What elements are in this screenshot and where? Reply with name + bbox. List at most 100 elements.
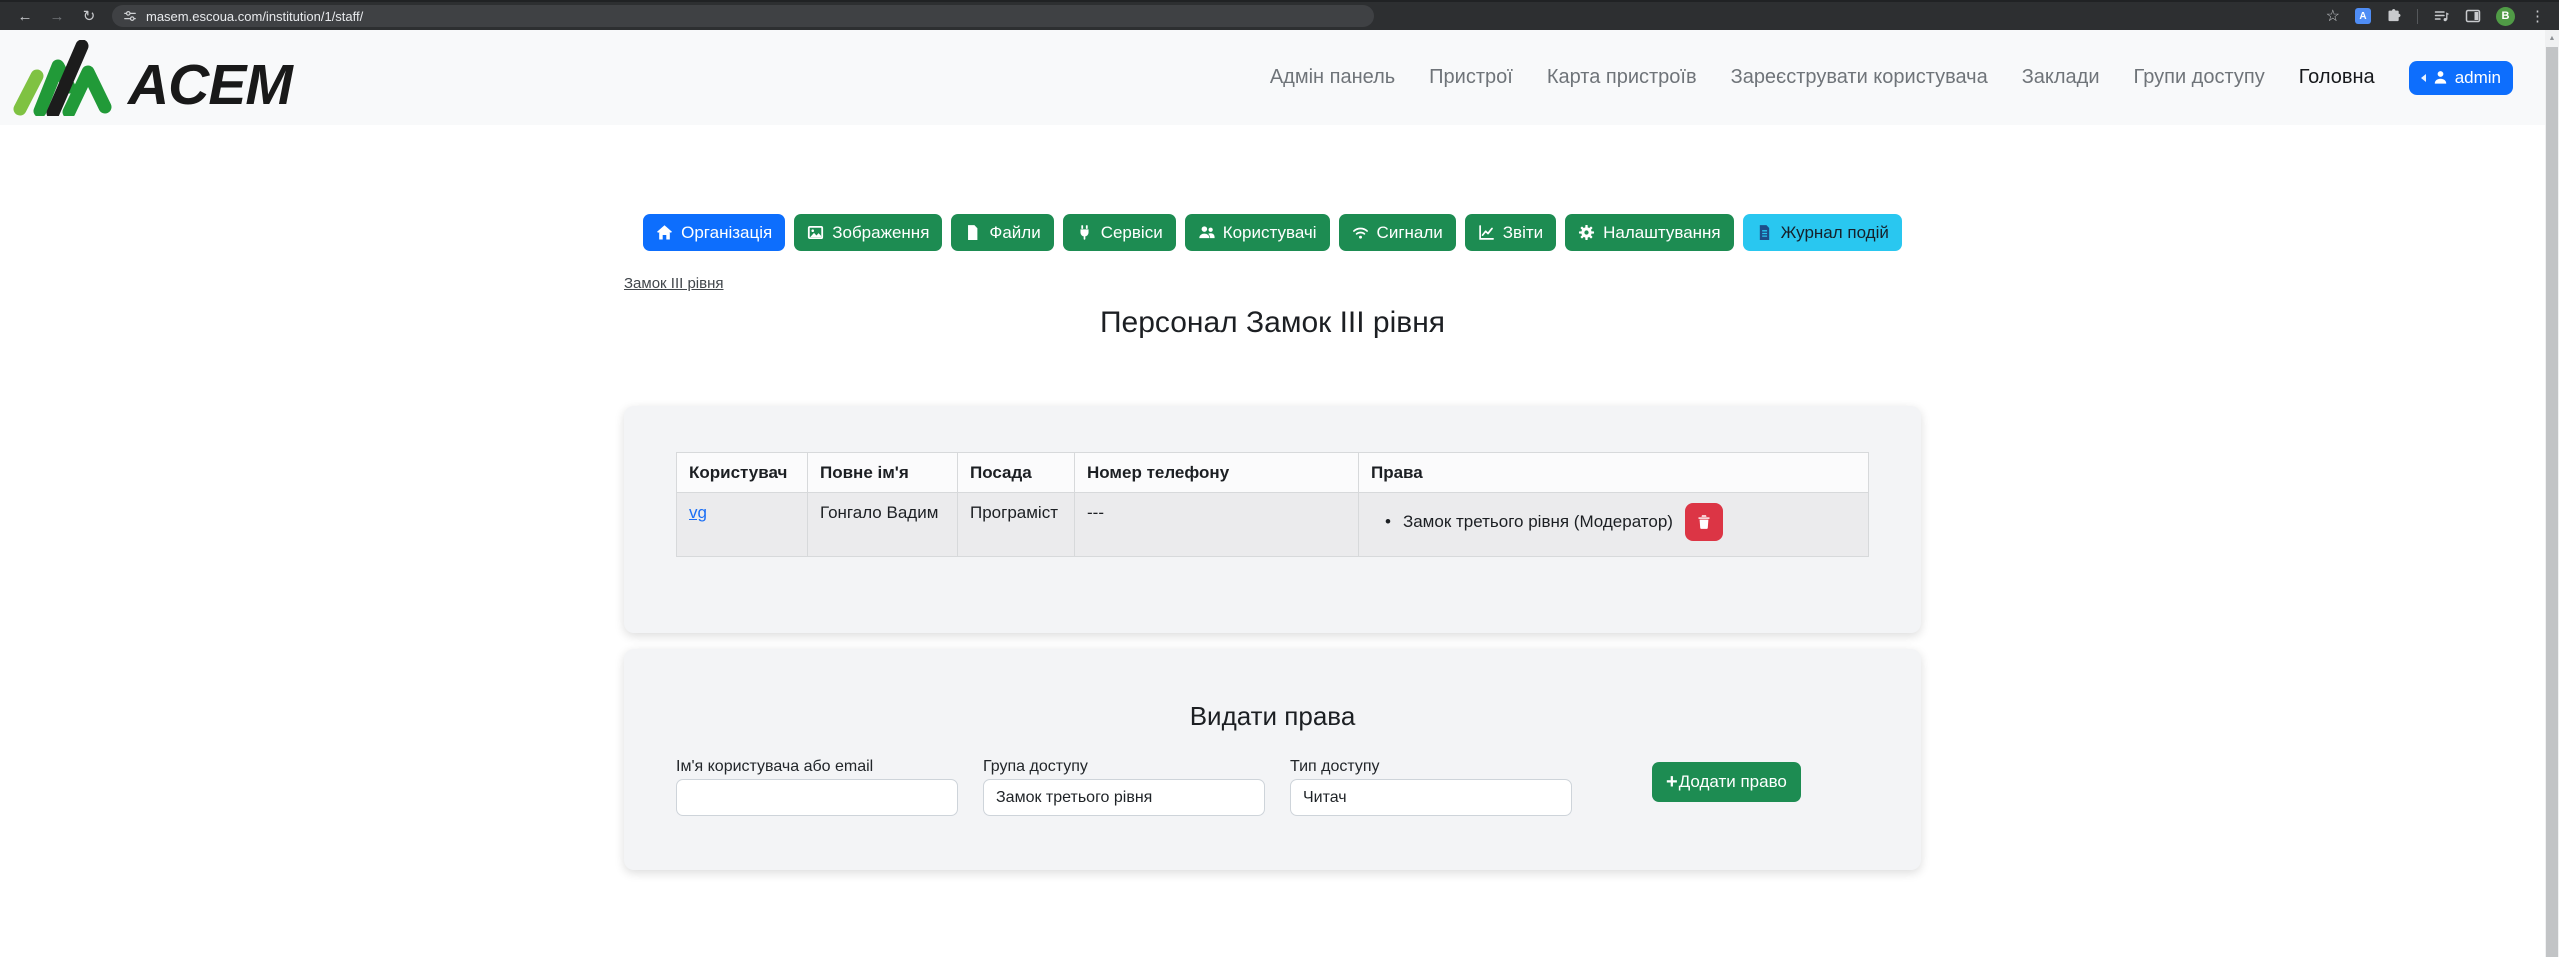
col-phone: Номер телефону xyxy=(1075,453,1359,493)
access-group-field-group: Група доступу xyxy=(983,758,1265,816)
username-field-group: Ім'я користувача або email xyxy=(676,758,958,816)
tab-organization[interactable]: Організація xyxy=(643,214,785,251)
caret-left-icon xyxy=(2421,74,2426,82)
access-type-field-group: Тип доступу xyxy=(1290,758,1572,816)
admin-label: admin xyxy=(2455,68,2501,88)
access-group-label: Група доступу xyxy=(983,758,1265,776)
scrollbar-up-arrow-icon[interactable]: ▲ xyxy=(2545,30,2559,46)
site-settings-icon xyxy=(123,9,137,23)
tab-label: Сервіси xyxy=(1101,223,1163,243)
main-nav: Адмін панель Пристрої Карта пристроїв За… xyxy=(1270,61,2513,95)
page-title: Персонал Замок III рівня xyxy=(624,306,1921,340)
add-right-button[interactable]: + Додати право xyxy=(1652,762,1801,802)
access-type-input[interactable] xyxy=(1290,779,1572,816)
plug-icon xyxy=(1076,224,1093,241)
toolbar-divider xyxy=(2417,9,2418,24)
nav-item-access-groups[interactable]: Групи доступу xyxy=(2134,66,2265,89)
admin-user-button[interactable]: admin xyxy=(2409,61,2513,95)
file-icon xyxy=(964,224,981,241)
institution-tabs: Організація Зображення Файли xyxy=(0,125,2545,251)
page-content: Організація Зображення Файли xyxy=(0,125,2545,870)
profile-avatar[interactable]: B xyxy=(2496,7,2515,26)
chart-line-icon xyxy=(1478,224,1495,241)
cell-rights: • Замок третього рівня (Модератор) xyxy=(1359,493,1869,557)
gear-icon xyxy=(1578,224,1595,241)
user-link[interactable]: vg xyxy=(689,503,707,522)
house-icon xyxy=(656,224,673,241)
tab-reports[interactable]: Звіти xyxy=(1465,214,1556,251)
forward-icon[interactable]: → xyxy=(42,4,72,28)
nav-item-register-user[interactable]: Зареєструвати користувача xyxy=(1731,66,1988,89)
page-scrollbar: ▲ xyxy=(2545,30,2559,957)
translate-extension-icon[interactable]: A xyxy=(2355,8,2371,24)
col-position: Посада xyxy=(958,453,1075,493)
tab-label: Користувачі xyxy=(1223,223,1317,243)
tab-label: Сигнали xyxy=(1377,223,1443,243)
add-right-label: Додати право xyxy=(1679,772,1787,792)
trash-icon xyxy=(1696,514,1712,530)
logo-text: ACEM xyxy=(128,54,292,116)
col-rights: Права xyxy=(1359,453,1869,493)
person-icon xyxy=(2432,69,2449,86)
extensions-puzzle-icon[interactable] xyxy=(2386,8,2402,24)
reload-icon[interactable]: ↻ xyxy=(74,4,104,28)
breadcrumb-link[interactable]: Замок III рівня xyxy=(624,275,724,292)
users-icon xyxy=(1198,224,1215,241)
right-label: Замок третього рівня (Модератор) xyxy=(1403,512,1673,532)
side-panel-icon[interactable] xyxy=(2465,8,2481,24)
tab-files[interactable]: Файли xyxy=(951,214,1053,251)
grant-form: Ім'я користувача або email Група доступу… xyxy=(676,758,1869,816)
tab-signals[interactable]: Сигнали xyxy=(1339,214,1456,251)
cell-full-name: Гонгало Вадим xyxy=(808,493,958,557)
url-text: masem.escoua.com/institution/1/staff/ xyxy=(146,9,363,24)
nav-item-home[interactable]: Головна xyxy=(2299,66,2375,89)
browser-menu-icon[interactable]: ⋮ xyxy=(2530,7,2545,25)
image-icon xyxy=(807,224,824,241)
cell-position: Програміст xyxy=(958,493,1075,557)
browser-toolbar: ← → ↻ masem.escoua.com/institution/1/sta… xyxy=(0,0,2559,30)
back-icon[interactable]: ← xyxy=(10,4,40,28)
username-input[interactable] xyxy=(676,779,958,816)
logo-mountain-mark xyxy=(10,40,122,116)
nav-item-device-map[interactable]: Карта пристроїв xyxy=(1547,66,1697,89)
nav-item-admin-panel[interactable]: Адмін панель xyxy=(1270,66,1395,89)
tab-users[interactable]: Користувачі xyxy=(1185,214,1330,251)
delete-right-button[interactable] xyxy=(1685,503,1723,541)
staff-table: Користувач Повне ім'я Посада Номер телеф… xyxy=(676,452,1869,557)
tab-label: Налаштування xyxy=(1603,223,1721,243)
grant-section-title: Видати права xyxy=(676,701,1869,732)
wifi-icon xyxy=(1352,224,1369,241)
bullet: • xyxy=(1385,512,1391,532)
tab-services[interactable]: Сервіси xyxy=(1063,214,1176,251)
tab-label: Файли xyxy=(989,223,1040,243)
tab-label: Організація xyxy=(681,223,772,243)
tab-settings[interactable]: Налаштування xyxy=(1565,214,1734,251)
access-type-label: Тип доступу xyxy=(1290,758,1572,776)
address-bar[interactable]: masem.escoua.com/institution/1/staff/ xyxy=(112,5,1374,27)
logo[interactable]: ACEM xyxy=(10,40,292,116)
nav-item-institutions[interactable]: Заклади xyxy=(2022,66,2100,89)
scrollbar-thumb[interactable] xyxy=(2546,47,2558,957)
cell-username: vg xyxy=(677,493,808,557)
bookmark-star-icon[interactable]: ☆ xyxy=(2326,6,2340,26)
cell-phone: --- xyxy=(1075,493,1359,557)
tab-images[interactable]: Зображення xyxy=(794,214,942,251)
grant-rights-card: Видати права Ім'я користувача або email … xyxy=(624,649,1921,870)
tab-label: Зображення xyxy=(832,223,929,243)
table-header-row: Користувач Повне ім'я Посада Номер телеф… xyxy=(677,453,1869,493)
nav-item-devices[interactable]: Пристрої xyxy=(1429,66,1513,89)
tab-event-log[interactable]: Журнал подій xyxy=(1743,214,1902,251)
journal-icon xyxy=(1756,224,1773,241)
site-header: ACEM Адмін панель Пристрої Карта пристро… xyxy=(0,30,2545,125)
table-row: vg Гонгало Вадим Програміст --- • Замок … xyxy=(677,493,1869,557)
tab-label: Журнал подій xyxy=(1781,223,1889,243)
access-group-input[interactable] xyxy=(983,779,1265,816)
right-item: • Замок третього рівня (Модератор) xyxy=(1371,503,1856,541)
tab-label: Звіти xyxy=(1503,223,1543,243)
col-full-name: Повне ім'я xyxy=(808,453,958,493)
media-playlist-icon[interactable] xyxy=(2433,8,2450,24)
staff-card: Користувач Повне ім'я Посада Номер телеф… xyxy=(624,406,1921,633)
col-username: Користувач xyxy=(677,453,808,493)
plus-icon: + xyxy=(1666,771,1678,794)
username-label: Ім'я користувача або email xyxy=(676,758,958,776)
